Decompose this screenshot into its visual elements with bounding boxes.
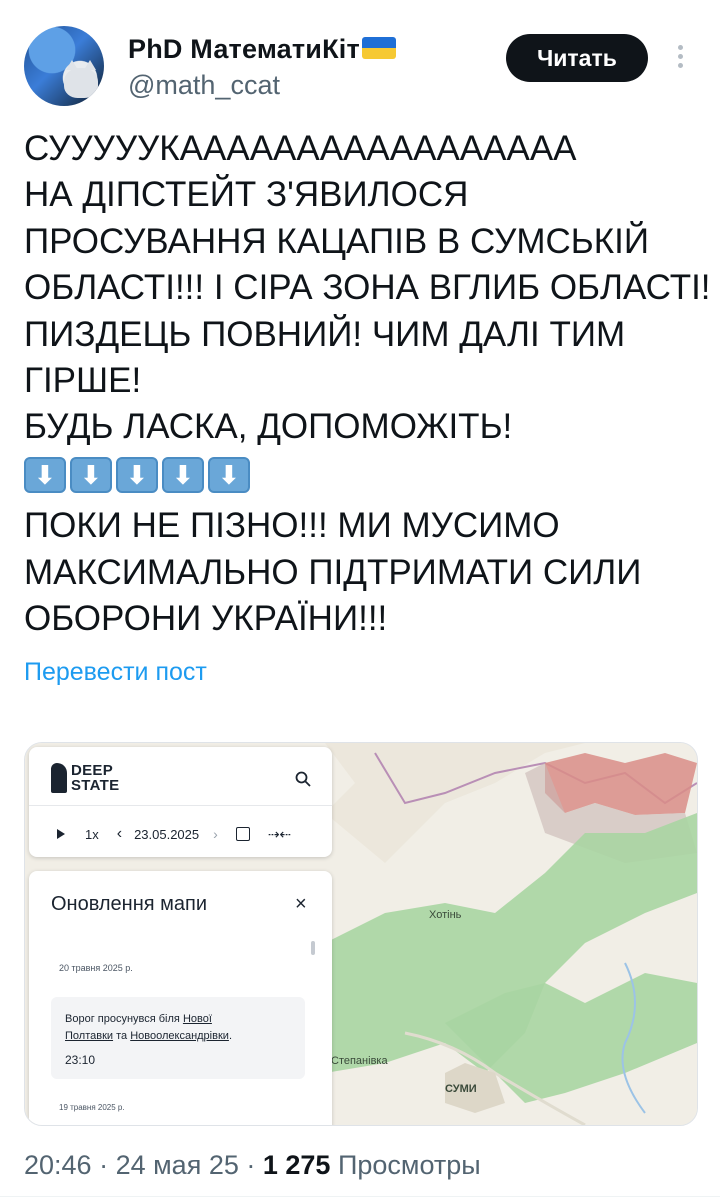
down-arrow-icon: ⬇ [70,456,112,493]
follow-button[interactable]: Читать [506,34,648,82]
down-arrow-icon: ⬇ [24,456,66,493]
down-arrow-icon: ⬇ [116,456,158,493]
update-date-header: 20 травня 2025 р. [59,963,133,973]
ukraine-flag-icon [361,36,396,59]
update-time: 23:10 [65,1053,96,1067]
post-date[interactable]: 24 мая 25 [116,1150,239,1180]
tweet-header: PhD МатематиКіт @math_ccat Читать [24,24,696,108]
down-arrow-icon: ⬇ [208,456,250,493]
tweet-meta: 20:46 · 24 мая 25 · 1 275 Просмотры [24,1150,481,1181]
deepstate-logo: DEEP STATE [51,763,119,793]
cat-icon [64,60,98,98]
divider [0,1196,720,1197]
author-name-row[interactable]: PhD МатематиКіт [128,34,396,65]
tweet-line: МАКСИМАЛЬНО ПІДТРИМАТИ СИЛИ [24,552,642,592]
views-label: Просмотры [330,1150,481,1180]
tweet-line: БУДЬ ЛАСКА, ДОПОМОЖІТЬ! [24,407,513,447]
date-label: 23.05.2025 [134,826,200,842]
close-icon: × [295,893,307,915]
logo-line-1: DEEP [71,762,114,779]
tweet-line: СУУУУУКААААААААААААААААА [24,129,577,168]
speed-label: 1x [85,826,99,842]
deepstate-toolbar: DEEP STATE 1x ‹ 23.05.2025 › ⇢⇠ [29,747,332,857]
map-label-sumy: СУМИ [445,1083,477,1095]
author-avatar[interactable] [24,26,104,106]
down-arrow-emoji-row: ⬇ ⬇ ⬇ ⬇ ⬇ [24,451,704,503]
calendar-icon [235,827,250,841]
chevron-left-icon: ‹ [116,825,123,842]
separator: · [91,1150,116,1180]
update-card: Ворог просунувся біля Нової Полтавки та Н… [51,997,305,1079]
separator: · [238,1150,263,1180]
compare-icon: ⇢⇠ [267,825,292,842]
search-icon [295,771,311,787]
tweet-line: ОБЛАСТІ!!! І СІРА ЗОНА ВГЛИБ ОБЛАСТІ! [24,268,711,308]
divider [29,805,332,806]
map-label-stepanivka: Степанівка [331,1055,388,1067]
chevron-right-icon: › [213,826,218,842]
update-date-header: 19 травня 2025 р. [59,1103,125,1112]
timeline-controls: 1x ‹ 23.05.2025 › ⇢⇠ [57,825,291,843]
author-handle[interactable]: @math_ccat [128,70,280,101]
tweet-text: СУУУУУКААААААААААААААААА НА ДІПСТЕЙТ З'Я… [24,126,711,642]
more-vertical-icon[interactable] [672,42,688,76]
tweet-line: ГІРШЕ! [24,360,142,400]
scrollbar [311,941,315,955]
post-time[interactable]: 20:46 [24,1150,92,1180]
tweet-line: НА ДІПСТЕЙТ З'ЯВИЛОСЯ [24,175,469,215]
down-arrow-icon: ⬇ [162,456,204,493]
play-icon [57,829,65,839]
tweet-media-image[interactable]: Хотінь Степанівка СУМИ DEEP STATE 1x ‹ 2… [24,742,698,1126]
updates-title: Оновлення мапи [51,893,208,915]
update-text: Ворог просунувся біля Нової Полтавки та Н… [65,1013,232,1042]
tweet-line: ПИЗДЕЦЬ ПОВНИЙ! ЧИМ ДАЛІ ТИМ [24,314,626,354]
tweet-line: ПРОСУВАННЯ КАЦАПІВ В СУМСЬКІЙ [24,221,649,261]
author-display-name[interactable]: PhD МатематиКіт [128,34,360,65]
translate-post-link[interactable]: Перевести пост [24,658,207,687]
map-updates-panel: Оновлення мапи × 20 травня 2025 р. Ворог… [29,871,332,1125]
logo-line-2: STATE [71,777,120,794]
tweet-line: ОБОРОНИ УКРАЇНИ!!! [24,598,388,638]
tweet-line: ПОКИ НЕ ПІЗНО!!! МИ МУСИМО [24,506,560,546]
map-label-khotin: Хотінь [429,909,462,921]
chess-knight-icon [51,763,67,793]
views-count: 1 275 [262,1150,331,1180]
